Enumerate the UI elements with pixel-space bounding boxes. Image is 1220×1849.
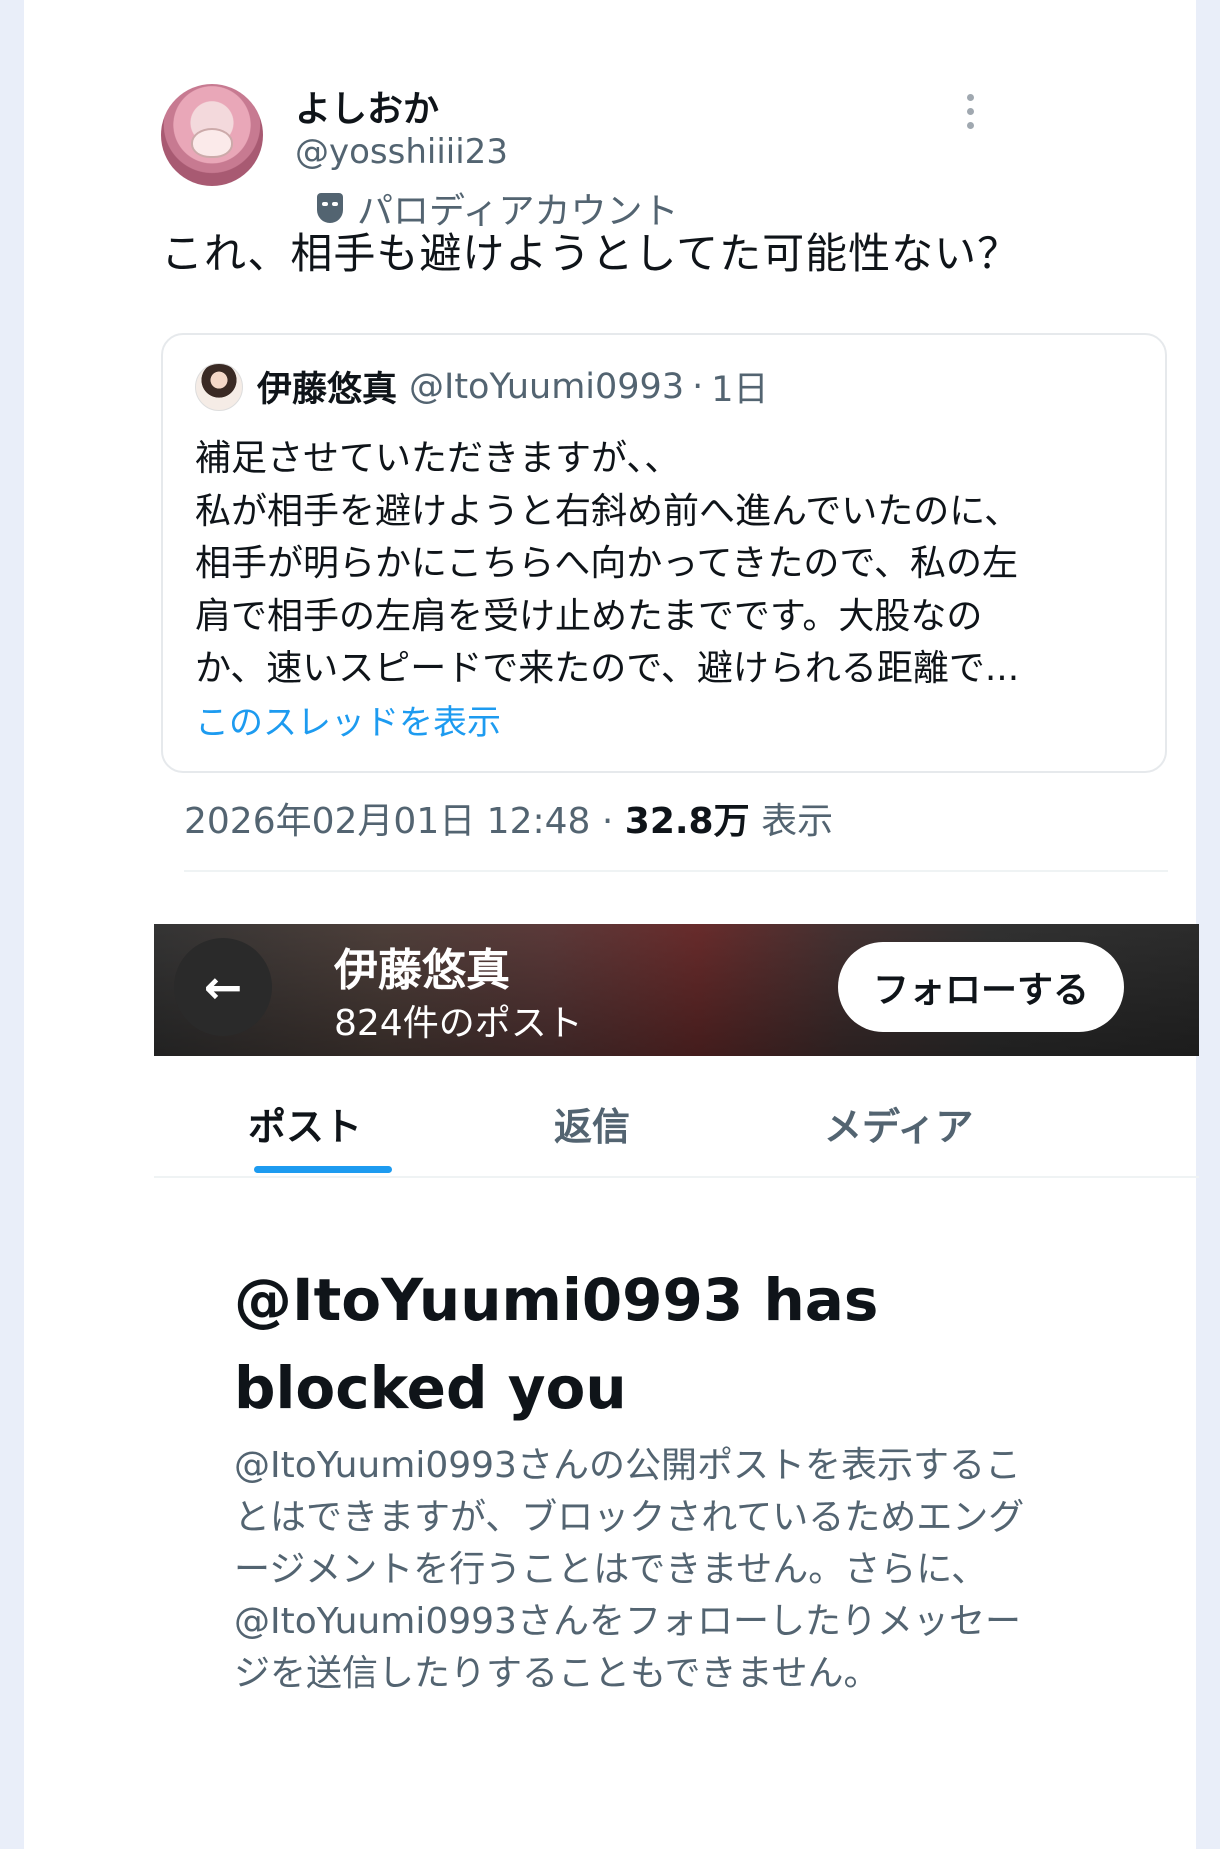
show-thread-link[interactable]: このスレッドを表示: [195, 695, 501, 744]
profile-header: ← 伊藤悠真 824件のポスト フォローする: [154, 924, 1199, 1056]
blocked-text-line: @ItoYuumi0993さんをフォローしたりメッセー: [234, 1601, 1021, 1642]
meta-separator: ·: [601, 801, 625, 842]
quoted-tweet-header: 伊藤悠真 @ItoYuumi0993 · 1日: [195, 361, 769, 412]
avatar[interactable]: [161, 84, 263, 186]
dot-separator: ·: [692, 366, 704, 407]
screen: よしおか @yosshiiii23 パロディアカウント これ、相手も避けようとし…: [24, 0, 1199, 1849]
active-tab-indicator: [254, 1166, 392, 1173]
tab-media[interactable]: メディア: [824, 1096, 973, 1151]
quoted-text: 補足させていただきますが、、 私が相手を避けようと右斜め前へ進んでいたのに、 相…: [195, 433, 1145, 696]
timestamp[interactable]: 2026年02月01日 12:48: [184, 801, 590, 842]
user-handle[interactable]: @yosshiiii23: [295, 132, 508, 172]
view-count: 32.8万: [624, 801, 750, 842]
display-name[interactable]: よしおか: [295, 80, 439, 132]
more-options-icon[interactable]: [967, 94, 977, 129]
quoted-text-line: 私が相手を避けようと右斜め前へ進んでいたのに、: [195, 490, 1021, 532]
back-arrow-icon[interactable]: ←: [174, 938, 272, 1036]
quoted-text-line: 補足させていただきますが、、: [195, 438, 681, 479]
divider: [184, 870, 1168, 872]
follow-button[interactable]: フォローする: [838, 942, 1124, 1032]
profile-name: 伊藤悠真: [334, 945, 510, 996]
quoted-avatar: [195, 362, 243, 411]
quoted-handle: @ItoYuumi0993: [409, 366, 685, 407]
tab-replies[interactable]: 返信: [554, 1096, 630, 1151]
tweet-text: これ、相手も避けようとしてた可能性ない？: [161, 229, 1021, 278]
blocked-text-line: とはできますが、ブロックされているためエング: [234, 1497, 1025, 1538]
blocked-title-line: blocked you: [234, 1354, 627, 1422]
tweet-meta: 2026年02月01日 12:48 · 32.8万 表示: [184, 792, 833, 844]
quoted-text-line: 肩で相手の左肩を受け止めたまでです。大股なの: [195, 595, 983, 637]
post-count: 824件のポスト: [334, 1003, 583, 1044]
quoted-age: 1日: [711, 370, 769, 410]
tab-posts[interactable]: ポスト: [248, 1096, 362, 1151]
blocked-title: @ItoYuumi0993 has blocked you: [234, 1256, 1134, 1432]
blocked-title-line: @ItoYuumi0993 has: [234, 1266, 879, 1334]
mask-icon: [317, 193, 343, 223]
blocked-text-line: ジを送信したりすることもできません。: [234, 1653, 880, 1694]
quoted-display-name: 伊藤悠真: [257, 370, 398, 410]
quoted-text-line: か、速いスピードで来たので、避けられる距離で...: [195, 648, 1020, 689]
blocked-text-line: @ItoYuumi0993さんの公開ポストを表示するこ: [234, 1445, 1021, 1486]
blocked-description: @ItoYuumi0993さんの公開ポストを表示するこ とはできますが、ブロック…: [234, 1440, 1134, 1700]
view-label: 表示: [761, 801, 834, 842]
quoted-text-line: 相手が明らかにこちらへ向かってきたので、私の左: [195, 543, 1018, 584]
blocked-text-line: ージメントを行うことはできません。さらに、: [234, 1549, 988, 1590]
quoted-tweet[interactable]: 伊藤悠真 @ItoYuumi0993 · 1日 補足させていただきますが、、 私…: [161, 333, 1167, 773]
profile-tabs: ポスト 返信 メディア: [154, 1056, 1199, 1178]
